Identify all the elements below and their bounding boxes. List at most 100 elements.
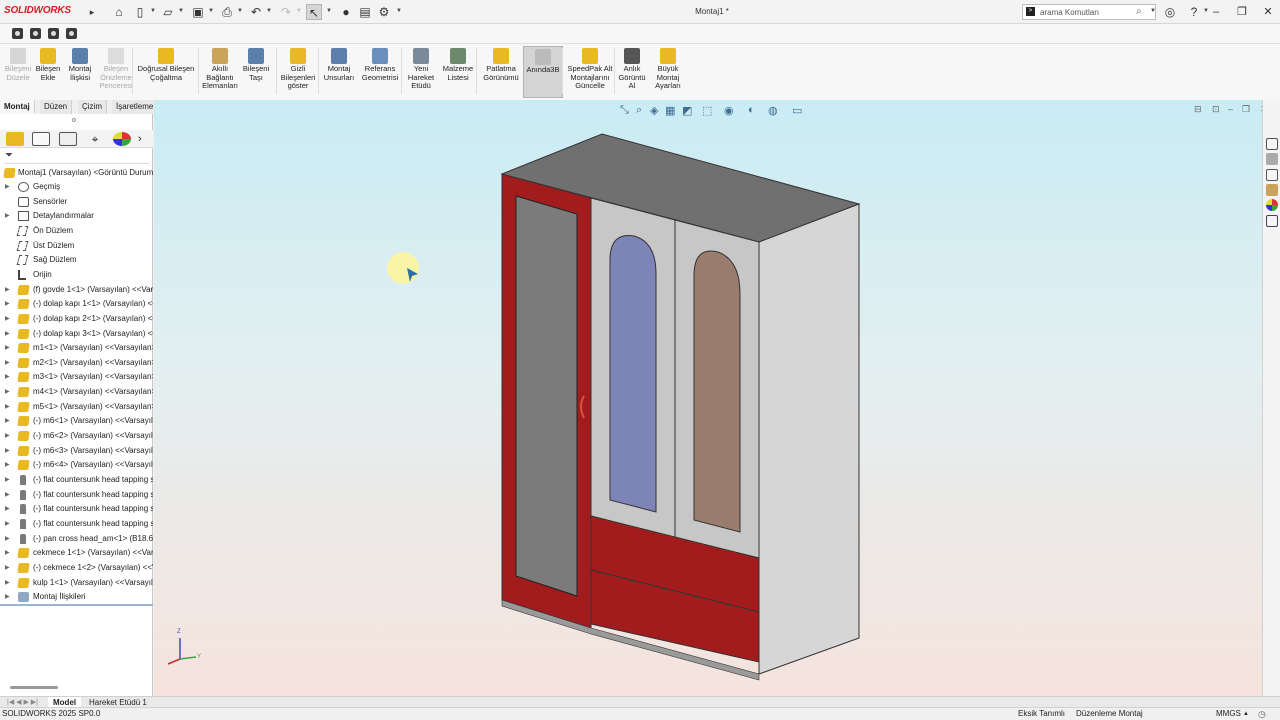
search-dropdown-icon[interactable]: ▼ [1150, 8, 1156, 14]
display-manager-tab-icon[interactable] [113, 132, 131, 146]
expand-arrow-icon[interactable]: ▶ [5, 473, 10, 487]
tree-item[interactable]: ▶ Geçmiş [0, 180, 153, 194]
ribbon-button[interactable]: Montaj İlişkisi [64, 46, 96, 82]
command-tab[interactable]: Düzen [40, 100, 73, 114]
expand-arrow-icon[interactable]: ▶ [5, 356, 10, 370]
minimize-icon[interactable]: – [1206, 3, 1226, 21]
tree-item[interactable]: ▶ m4<1> (Varsayılan) <<Varsayılan>_Görünt… [0, 385, 153, 399]
tree-item[interactable]: Sağ Düzlem [0, 253, 153, 267]
expand-arrow-icon[interactable]: ▶ [5, 502, 10, 516]
tree-item[interactable]: ▶ m5<1> (Varsayılan) <<Varsayılan>_Görünt… [0, 400, 153, 414]
tree-item[interactable]: Sensörler [0, 195, 153, 209]
tree-item[interactable]: ▶ cekmece 1<1> (Varsayılan) <<Varsayılan>… [0, 546, 153, 560]
view-toggle-icon[interactable] [12, 28, 23, 39]
tree-item[interactable]: ▶ (-) m6<1> (Varsayılan) <<Varsayılan>_Gö… [0, 414, 153, 428]
expand-arrow-icon[interactable]: ▶ [5, 283, 10, 297]
ribbon-button[interactable]: Bileşeni Düzele [2, 46, 34, 82]
expand-arrow-icon[interactable]: ▶ [5, 180, 10, 194]
expand-arrow-icon[interactable]: ▶ [5, 327, 10, 341]
appearances-icon[interactable] [1266, 199, 1278, 211]
tree-item[interactable]: ▶ (-) pan cross head_am<1> (B18.6.7M) [0, 532, 153, 546]
tree-item[interactable]: ▶ kulp 1<1> (Varsayılan) <<Varsayılan>_Gö… [0, 576, 153, 590]
tree-item[interactable]: ▶ (-) flat countersunk head tapping screw… [0, 473, 153, 487]
view-palette-icon[interactable] [1266, 184, 1278, 196]
filter-icon[interactable]: ⏷ [5, 150, 13, 161]
account-icon[interactable]: ◎ [1162, 4, 1178, 20]
wardrobe-model[interactable] [154, 100, 1262, 696]
expand-arrow-icon[interactable]: ▶ [5, 576, 10, 590]
ribbon-button[interactable]: Anlık Görüntü Al [617, 46, 647, 91]
ribbon-button[interactable]: Anında3B [523, 46, 563, 98]
configuration-manager-tab-icon[interactable] [59, 132, 77, 146]
tree-item[interactable]: Üst Düzlem [0, 239, 153, 253]
tree-item[interactable]: Ön Düzlem [0, 224, 153, 238]
expand-arrow-icon[interactable]: ▶ [5, 561, 10, 575]
tree-item[interactable]: ▶ (-) cekmece 1<2> (Varsayılan) <<Varsayı… [0, 561, 153, 575]
expand-arrow-icon[interactable]: ▶ [5, 488, 10, 502]
unit-system[interactable]: MMGS [1216, 708, 1241, 720]
ribbon-button[interactable]: Montaj Unsurları [322, 46, 356, 82]
tree-item[interactable]: ▶ Detaylandırmalar [0, 209, 153, 223]
restore-icon[interactable]: ❐ [1232, 3, 1252, 21]
panel-grip-icon[interactable] [72, 118, 76, 122]
tree-item[interactable]: ▶ m3<1> (Varsayılan) <<Varsayılan>_Görünt… [0, 370, 153, 384]
ribbon-button[interactable]: Bileşen Ekle [34, 46, 62, 82]
tree-item[interactable]: ▶ (-) m6<2> (Varsayılan) <<Varsayılan>_Gö… [0, 429, 153, 443]
expand-arrow-icon[interactable]: ▶ [5, 400, 10, 414]
tree-item[interactable]: ▶ Montaj İlişkileri [0, 590, 153, 604]
ribbon-button[interactable]: Patlatma Görünümü [480, 46, 522, 82]
design-library-icon[interactable] [1266, 153, 1278, 165]
expand-arrow-icon[interactable]: ▶ [5, 532, 10, 546]
custom-properties-icon[interactable] [1266, 215, 1278, 227]
expand-arrow-icon[interactable]: ▶ [5, 385, 10, 399]
search-icon[interactable]: ⌕ [1136, 6, 1142, 17]
expand-arrow-icon[interactable]: ▶ [5, 429, 10, 443]
tree-item[interactable]: ▶ (-) dolap kapı 1<1> (Varsayılan) <<Vars… [0, 297, 153, 311]
ribbon-button[interactable]: Referans Geometrisi [360, 46, 400, 82]
ribbon-button[interactable]: Bileşen Önizleme Penceresi [98, 46, 134, 91]
feature-tree-tab-icon[interactable] [6, 132, 24, 146]
expand-arrow-icon[interactable]: ▶ [5, 458, 10, 472]
ribbon-button[interactable]: Doğrusal Bileşen Çoğaltma [136, 46, 196, 82]
ribbon-button[interactable]: SpeedPak Alt Montajlarını Güncelle [566, 46, 614, 91]
resources-home-icon[interactable] [1266, 138, 1278, 150]
expand-arrow-icon[interactable]: ▶ [5, 546, 10, 560]
command-tab[interactable]: İşaretleme [112, 100, 159, 114]
close-icon[interactable]: ✕ [1258, 3, 1278, 21]
expand-arrow-icon[interactable]: ▶ [5, 209, 10, 223]
graphics-area[interactable]: ⤡ ⌕ ◈ ▦ ◩ ⬚ ◉ ◐ ◍ ▭ ⊟ ⊡ – ❐ ✕ [154, 100, 1262, 696]
dimxpert-tab-icon[interactable]: ⌖ [86, 132, 104, 146]
expand-arrow-icon[interactable]: ▶ [5, 341, 10, 355]
tree-item[interactable]: ▶ (-) dolap kapı 2<1> (Varsayılan) <<Vars… [0, 312, 153, 326]
tree-item[interactable]: ▶ (-) flat countersunk head tapping screw… [0, 502, 153, 516]
tree-item[interactable]: ▶ (-) flat countersunk head tapping screw… [0, 517, 153, 531]
help-icon[interactable]: ? [1186, 4, 1202, 20]
tree-item[interactable]: ▶ m2<1> (Varsayılan) <<Varsayılan>_Görünt… [0, 356, 153, 370]
view-toggle-icon[interactable] [48, 28, 59, 39]
expand-arrow-icon[interactable]: ▶ [5, 312, 10, 326]
command-tab[interactable]: Çizim [78, 100, 107, 114]
tree-item[interactable]: ▶ (-) m6<3> (Varsayılan) <<Varsayılan>_Gö… [0, 444, 153, 458]
search-commands-input[interactable]: > arama Komutları ⌕ [1022, 4, 1156, 20]
tree-item[interactable]: ▶ (-) dolap kapı 3<1> (Varsayılan) <<Vars… [0, 327, 153, 341]
tree-root-assembly[interactable]: Montaj1 (Varsayılan) <Görüntü Durumu-1> [0, 166, 153, 180]
ribbon-button[interactable]: Büyük Montaj Ayarları [651, 46, 685, 91]
tree-item[interactable]: Orijin [0, 268, 153, 282]
view-toggle-icon[interactable] [30, 28, 41, 39]
tree-item[interactable]: ▶ (f) govde 1<1> (Varsayılan) <<Varsayıla… [0, 283, 153, 297]
expand-arrow-icon[interactable]: ▶ [5, 414, 10, 428]
tree-filter[interactable]: ⏷ [4, 150, 149, 164]
horizontal-scrollbar[interactable] [10, 686, 58, 689]
ribbon-button[interactable]: Bileşeni Taşı [240, 46, 272, 82]
expand-arrow-icon[interactable]: ▶ [5, 370, 10, 384]
expand-arrow-icon[interactable]: ▶ [5, 590, 10, 604]
expand-arrow-icon[interactable]: ▶ [5, 517, 10, 531]
tree-item[interactable]: ▶ m1<1> (Varsayılan) <<Varsayılan>_Görünt… [0, 341, 153, 355]
expand-arrow-icon[interactable]: ▶ [5, 444, 10, 458]
tree-item[interactable]: ▶ (-) flat countersunk head tapping screw… [0, 488, 153, 502]
property-manager-tab-icon[interactable] [32, 132, 50, 146]
ribbon-button[interactable]: Gizli Bileşenleri göster [278, 46, 318, 91]
file-explorer-icon[interactable] [1266, 169, 1278, 181]
expand-arrow-icon[interactable]: ▶ [5, 297, 10, 311]
unit-dropdown-icon[interactable]: ▲ [1243, 708, 1249, 720]
